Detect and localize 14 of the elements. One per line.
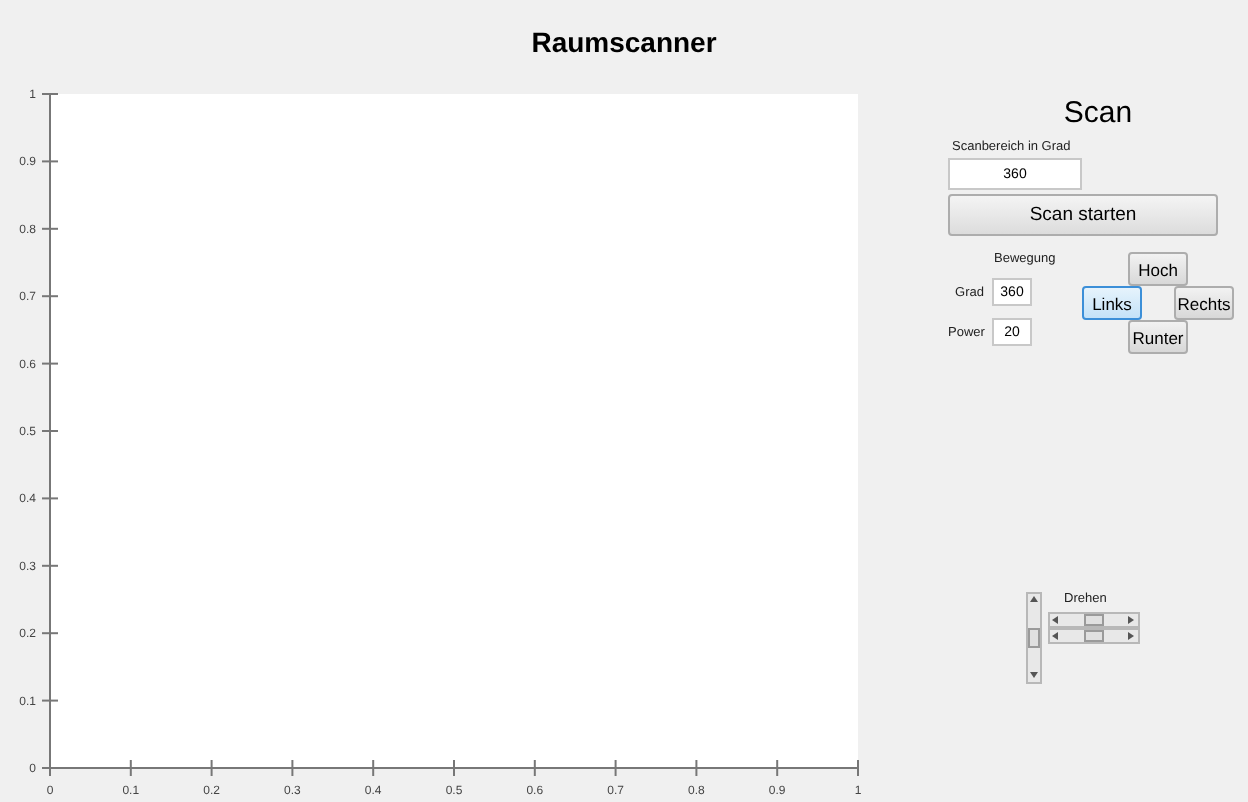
slider-thumb[interactable] [1084,614,1104,626]
horizontal-slider[interactable] [1048,628,1140,644]
arrow-icon[interactable] [1028,670,1040,682]
direction-button[interactable]: Runter [1128,320,1188,354]
direction-button[interactable]: Links [1082,286,1142,320]
figure-title: Raumscanner [529,24,719,62]
direction-button[interactable]: Rechts [1174,286,1234,320]
scan-heading: Scan [1063,96,1133,132]
vertical-slider[interactable] [1026,592,1042,684]
start-scan-button[interactable]: Scan starten [948,194,1218,236]
horizontal-slider[interactable] [1048,612,1140,628]
direction-button[interactable]: Hoch [1128,252,1188,286]
slider-thumb[interactable] [1084,630,1104,642]
slider-thumb[interactable] [1028,628,1040,648]
